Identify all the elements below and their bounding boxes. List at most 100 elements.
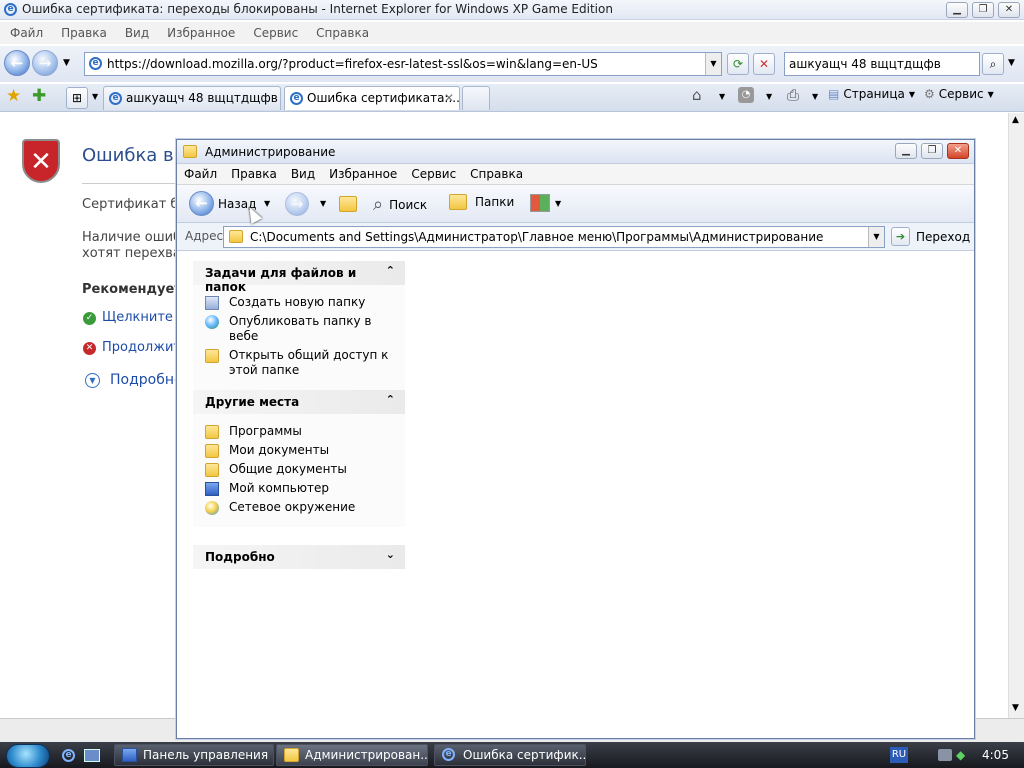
recommend-heading: Рекомендует bbox=[82, 282, 182, 297]
folders-button[interactable]: Папки bbox=[449, 194, 514, 210]
explorer-addressbar: Адрес: C:\Documents and Settings\Админис… bbox=[177, 223, 974, 251]
address-dropdown[interactable]: ▼ bbox=[868, 227, 884, 247]
views-dropdown[interactable]: ▼ bbox=[555, 199, 561, 208]
page-icon-small: ▤ bbox=[828, 87, 840, 101]
menu-edit[interactable]: Правка bbox=[61, 26, 107, 40]
go-button[interactable]: ➔ Переход bbox=[891, 227, 970, 246]
place-programs[interactable]: Программы bbox=[205, 424, 395, 439]
menu-favorites[interactable]: Избранное bbox=[329, 167, 397, 181]
menu-help[interactable]: Справка bbox=[316, 26, 369, 40]
menu-tools[interactable]: Сервис bbox=[253, 26, 298, 40]
file-tasks-panel: Задачи для файлов и папок ⌃ Создать нову… bbox=[193, 261, 405, 390]
scroll-down-icon[interactable]: ▼ bbox=[1012, 703, 1019, 713]
tab-cert-error[interactable]: e Ошибка сертификата:... ✕ bbox=[284, 86, 460, 110]
forward-dropdown[interactable]: ▼ bbox=[320, 199, 326, 208]
feeds-dropdown[interactable]: ▼ bbox=[766, 92, 772, 101]
page-menu-button[interactable]: ▤ Страница ▼ bbox=[828, 87, 915, 101]
explorer-address-box[interactable]: C:\Documents and Settings\Администратор\… bbox=[223, 226, 885, 248]
explorer-maximize-button[interactable]: ❐ bbox=[921, 143, 943, 159]
language-indicator[interactable]: RU bbox=[890, 747, 908, 763]
panel-header[interactable]: Другие места ⌃ bbox=[193, 390, 405, 414]
forward-button[interactable]: → bbox=[285, 192, 309, 216]
menu-help[interactable]: Справка bbox=[470, 167, 523, 181]
collapse-icon[interactable]: ⌃ bbox=[386, 264, 395, 277]
task-share-folder[interactable]: Открыть общий доступ к этой папке bbox=[205, 348, 395, 378]
print-dropdown[interactable]: ▼ bbox=[812, 92, 818, 101]
more-info-link[interactable]: Подробно bbox=[110, 372, 183, 388]
search-box[interactable]: ашкуащч 48 вщцтдщфв bbox=[784, 52, 980, 76]
feeds-icon[interactable]: ◔ bbox=[738, 87, 754, 103]
maximize-button[interactable]: ❐ bbox=[972, 2, 994, 18]
menu-tools[interactable]: Сервис bbox=[411, 167, 456, 181]
panel-header[interactable]: Задачи для файлов и папок ⌃ bbox=[193, 261, 405, 294]
home-dropdown[interactable]: ▼ bbox=[719, 92, 725, 101]
search-input[interactable]: ашкуащч 48 вщцтдщфв bbox=[789, 57, 941, 71]
explorer-toolbar: ← Назад ▼ → ▼ ⌕ Поиск Папки ▼ bbox=[177, 185, 974, 223]
taskbar-label: Ошибка сертифик... bbox=[463, 748, 586, 762]
gear-icon: ⚙ bbox=[924, 87, 935, 101]
continue-link[interactable]: Продолжит bbox=[102, 340, 181, 355]
search-button[interactable]: ⌕ Поиск bbox=[373, 194, 427, 215]
tools-menu-button[interactable]: ⚙ Сервис ▼ bbox=[924, 87, 994, 101]
forward-button[interactable]: → bbox=[32, 50, 58, 76]
quick-launch-desktop-icon[interactable] bbox=[84, 749, 100, 762]
add-favorite-icon[interactable]: ✚ bbox=[32, 86, 46, 106]
task-new-folder[interactable]: Создать новую папку bbox=[205, 295, 395, 310]
home-icon[interactable]: ⌂ bbox=[692, 86, 702, 104]
explorer-title: Администрирование bbox=[205, 145, 336, 159]
new-tab-button[interactable] bbox=[462, 86, 490, 110]
menu-file[interactable]: Файл bbox=[10, 26, 43, 40]
place-network[interactable]: Сетевое окружение bbox=[205, 500, 395, 515]
explorer-minimize-button[interactable]: ▁ bbox=[895, 143, 917, 159]
go-label: Переход bbox=[916, 229, 971, 244]
views-icon[interactable] bbox=[530, 194, 550, 212]
taskbar-control-panel[interactable]: Панель управления bbox=[114, 744, 274, 766]
explorer-close-button[interactable]: ✕ bbox=[947, 143, 969, 159]
address-bar[interactable]: e https://download.mozilla.org/?product=… bbox=[84, 52, 722, 76]
network-tray-icon[interactable] bbox=[938, 749, 952, 761]
collapse-icon[interactable]: ⌃ bbox=[386, 393, 395, 406]
back-dropdown[interactable]: ▼ bbox=[264, 199, 270, 208]
folder-up-icon[interactable] bbox=[339, 196, 357, 212]
quick-tabs-icon[interactable]: ⊞ bbox=[66, 87, 88, 109]
search-options-dropdown[interactable]: ▼ bbox=[1008, 58, 1015, 68]
taskbar-cert-error[interactable]: e Ошибка сертифик... bbox=[434, 744, 586, 766]
search-icon[interactable]: ⌕ bbox=[982, 53, 1004, 75]
tab-search[interactable]: e ашкуащч 48 вщцтдщфв - ... bbox=[103, 86, 281, 110]
tab-close-icon[interactable]: ✕ bbox=[444, 91, 454, 105]
expand-info-icon[interactable]: ▼ bbox=[85, 373, 100, 388]
task-publish-web[interactable]: Опубликовать папку в вебе bbox=[205, 314, 395, 344]
favorites-star-icon[interactable]: ★ bbox=[6, 86, 21, 106]
close-button[interactable]: ✕ bbox=[998, 2, 1020, 18]
print-icon[interactable]: ⎙ bbox=[787, 86, 799, 104]
place-my-computer[interactable]: Мой компьютер bbox=[205, 481, 395, 496]
menu-favorites[interactable]: Избранное bbox=[167, 26, 235, 40]
quick-launch-ie-icon[interactable]: e bbox=[62, 749, 75, 762]
address-input[interactable]: https://download.mozilla.org/?product=fi… bbox=[107, 57, 598, 71]
expand-icon[interactable]: ⌄ bbox=[386, 548, 395, 561]
place-label: Общие документы bbox=[229, 462, 347, 476]
address-dropdown[interactable]: ▼ bbox=[705, 53, 721, 75]
security-tray-icon[interactable]: ◆ bbox=[956, 748, 965, 762]
menu-view[interactable]: Вид bbox=[125, 26, 149, 40]
panel-header[interactable]: Подробно ⌄ bbox=[193, 545, 405, 569]
refresh-button[interactable]: ⟳ bbox=[727, 53, 749, 75]
ie-scrollbar[interactable]: ▲ ▼ bbox=[1008, 113, 1024, 718]
back-button[interactable]: ← bbox=[4, 50, 30, 76]
minimize-button[interactable]: ▁ bbox=[946, 2, 968, 18]
menu-edit[interactable]: Правка bbox=[231, 167, 277, 181]
explorer-address-input[interactable]: C:\Documents and Settings\Администратор\… bbox=[250, 230, 823, 244]
menu-file[interactable]: Файл bbox=[184, 167, 217, 181]
page-icon: e bbox=[89, 57, 102, 70]
taskbar-administration[interactable]: Администрирован... bbox=[276, 744, 428, 766]
scroll-up-icon[interactable]: ▲ bbox=[1012, 115, 1019, 125]
folder-icon bbox=[229, 230, 243, 243]
tab-list-dropdown[interactable]: ▼ bbox=[92, 92, 98, 101]
place-shared-documents[interactable]: Общие документы bbox=[205, 462, 395, 477]
menu-view[interactable]: Вид bbox=[291, 167, 315, 181]
stop-button[interactable]: ✕ bbox=[753, 53, 775, 75]
recent-pages-dropdown[interactable]: ▼ bbox=[63, 58, 70, 68]
place-my-documents[interactable]: Мои документы bbox=[205, 443, 395, 458]
start-button[interactable] bbox=[6, 744, 50, 768]
close-page-link[interactable]: Щелкните з bbox=[102, 310, 184, 325]
